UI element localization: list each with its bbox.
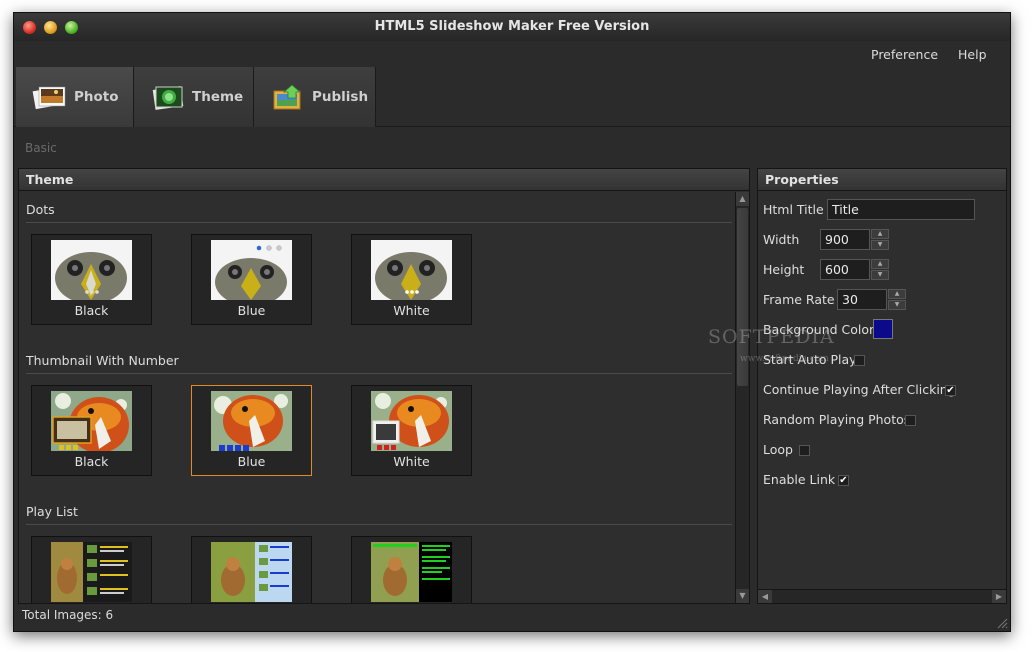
enable-link-label: Enable Link: [763, 472, 836, 487]
softpedia-url: www.softpedia.com: [740, 354, 829, 364]
app-window: HTML5 Slideshow Maker Free Version Prefe…: [13, 12, 1011, 632]
theme-icon: [150, 83, 186, 111]
theme-item-label: White: [393, 454, 430, 469]
bird-thumbnail: [51, 240, 132, 300]
html-title-label: Html Title: [763, 202, 824, 217]
tab-publish[interactable]: Publish: [254, 67, 376, 127]
background-color-swatch[interactable]: [873, 319, 893, 339]
parrot-thumbnail: [211, 391, 292, 451]
loop-label: Loop: [763, 442, 793, 457]
tab-photo-label: Photo: [74, 89, 119, 105]
title-bar: HTML5 Slideshow Maker Free Version: [14, 13, 1010, 41]
theme-dots-white[interactable]: White: [351, 234, 472, 325]
theme-dots-black[interactable]: Black: [31, 234, 152, 325]
theme-item-label: White: [393, 303, 430, 318]
continue-playing-label: Continue Playing After Clicking: [763, 382, 956, 397]
theme-item-label: Black: [74, 303, 109, 318]
scroll-down-arrow-icon[interactable]: ▼: [736, 589, 749, 603]
playlist-thumbnail: [211, 542, 292, 602]
theme-vertical-scrollbar[interactable]: ▲ ▼: [735, 192, 749, 603]
section-title-play-list: Play List: [26, 504, 78, 519]
properties-panel: Properties Html Title Width ▲▼ Height ▲▼…: [757, 168, 1007, 604]
theme-item-label: Blue: [237, 454, 266, 469]
softpedia-watermark: SOFTPEDIA: [708, 326, 835, 348]
tab-theme-label: Theme: [192, 89, 244, 105]
playlist-thumbnail: [371, 542, 452, 602]
stepper-up-icon[interactable]: ▲: [888, 289, 906, 299]
basic-label: Basic: [25, 141, 57, 155]
theme-thumbnail-white[interactable]: White: [351, 385, 472, 476]
stepper-up-icon[interactable]: ▲: [871, 229, 889, 239]
theme-item-label: Blue: [237, 303, 266, 318]
frame-rate-label: Frame Rate: [763, 292, 835, 307]
theme-panel-header: Theme: [19, 169, 749, 191]
menu-preference[interactable]: Preference: [871, 47, 938, 62]
scroll-left-arrow-icon[interactable]: ◀: [758, 590, 772, 603]
properties-panel-header: Properties: [758, 169, 1006, 191]
tab-publish-label: Publish: [312, 89, 369, 105]
playlist-thumbnail: [51, 542, 132, 602]
status-total-images: Total Images: 6: [22, 608, 114, 622]
theme-panel: Theme Dots Black Blue White Thumbnail Wi…: [18, 168, 750, 604]
theme-dots-blue[interactable]: Blue: [191, 234, 312, 325]
frame-rate-stepper[interactable]: ▲ ▼: [888, 289, 906, 311]
start-auto-play-checkbox[interactable]: [854, 355, 865, 366]
tab-photo[interactable]: Photo: [16, 67, 134, 127]
main-tabs: Photo Theme Publish: [14, 67, 1010, 127]
enable-link-checkbox[interactable]: ✔: [838, 475, 849, 486]
menu-bar: Preference Help: [14, 41, 1010, 67]
continue-playing-checkbox[interactable]: ✔: [945, 385, 956, 396]
properties-horizontal-scrollbar[interactable]: ◀ ▶: [758, 589, 1006, 603]
parrot-thumbnail: [371, 391, 452, 451]
window-title: HTML5 Slideshow Maker Free Version: [374, 19, 650, 34]
scroll-right-arrow-icon[interactable]: ▶: [992, 590, 1006, 603]
stepper-down-icon[interactable]: ▼: [888, 300, 906, 310]
section-divider: [26, 373, 732, 374]
section-title-thumbnail-with-number: Thumbnail With Number: [26, 353, 179, 368]
menu-help[interactable]: Help: [958, 47, 987, 62]
stepper-down-icon[interactable]: ▼: [871, 270, 889, 280]
stepper-up-icon[interactable]: ▲: [871, 259, 889, 269]
random-playing-checkbox[interactable]: [905, 415, 916, 426]
width-label: Width: [763, 232, 800, 247]
theme-playlist-green[interactable]: [351, 536, 472, 603]
tab-theme[interactable]: Theme: [134, 67, 254, 127]
random-playing-label: Random Playing Photos: [763, 412, 911, 427]
theme-thumbnail-blue[interactable]: Blue: [191, 385, 312, 476]
bird-thumbnail: [371, 240, 452, 300]
theme-playlist-blue[interactable]: [191, 536, 312, 603]
scroll-up-arrow-icon[interactable]: ▲: [736, 192, 749, 206]
theme-item-label: Black: [74, 454, 109, 469]
resize-grip-icon[interactable]: [996, 617, 1008, 629]
width-input[interactable]: [820, 229, 870, 250]
html-title-input[interactable]: [827, 199, 975, 220]
bird-thumbnail: [211, 240, 292, 300]
width-stepper[interactable]: ▲ ▼: [871, 229, 889, 251]
theme-playlist-dark[interactable]: [31, 536, 152, 603]
height-label: Height: [763, 262, 805, 277]
height-stepper[interactable]: ▲ ▼: [871, 259, 889, 281]
height-input[interactable]: [820, 259, 870, 280]
parrot-thumbnail: [51, 391, 132, 451]
section-title-dots: Dots: [26, 202, 55, 217]
photo-stack-icon: [32, 83, 68, 111]
frame-rate-input[interactable]: [837, 289, 887, 310]
stepper-down-icon[interactable]: ▼: [871, 240, 889, 250]
theme-thumbnail-black[interactable]: Black: [31, 385, 152, 476]
section-divider: [26, 222, 732, 223]
loop-checkbox[interactable]: [799, 445, 810, 456]
section-divider: [26, 524, 732, 525]
publish-icon: [270, 83, 306, 111]
